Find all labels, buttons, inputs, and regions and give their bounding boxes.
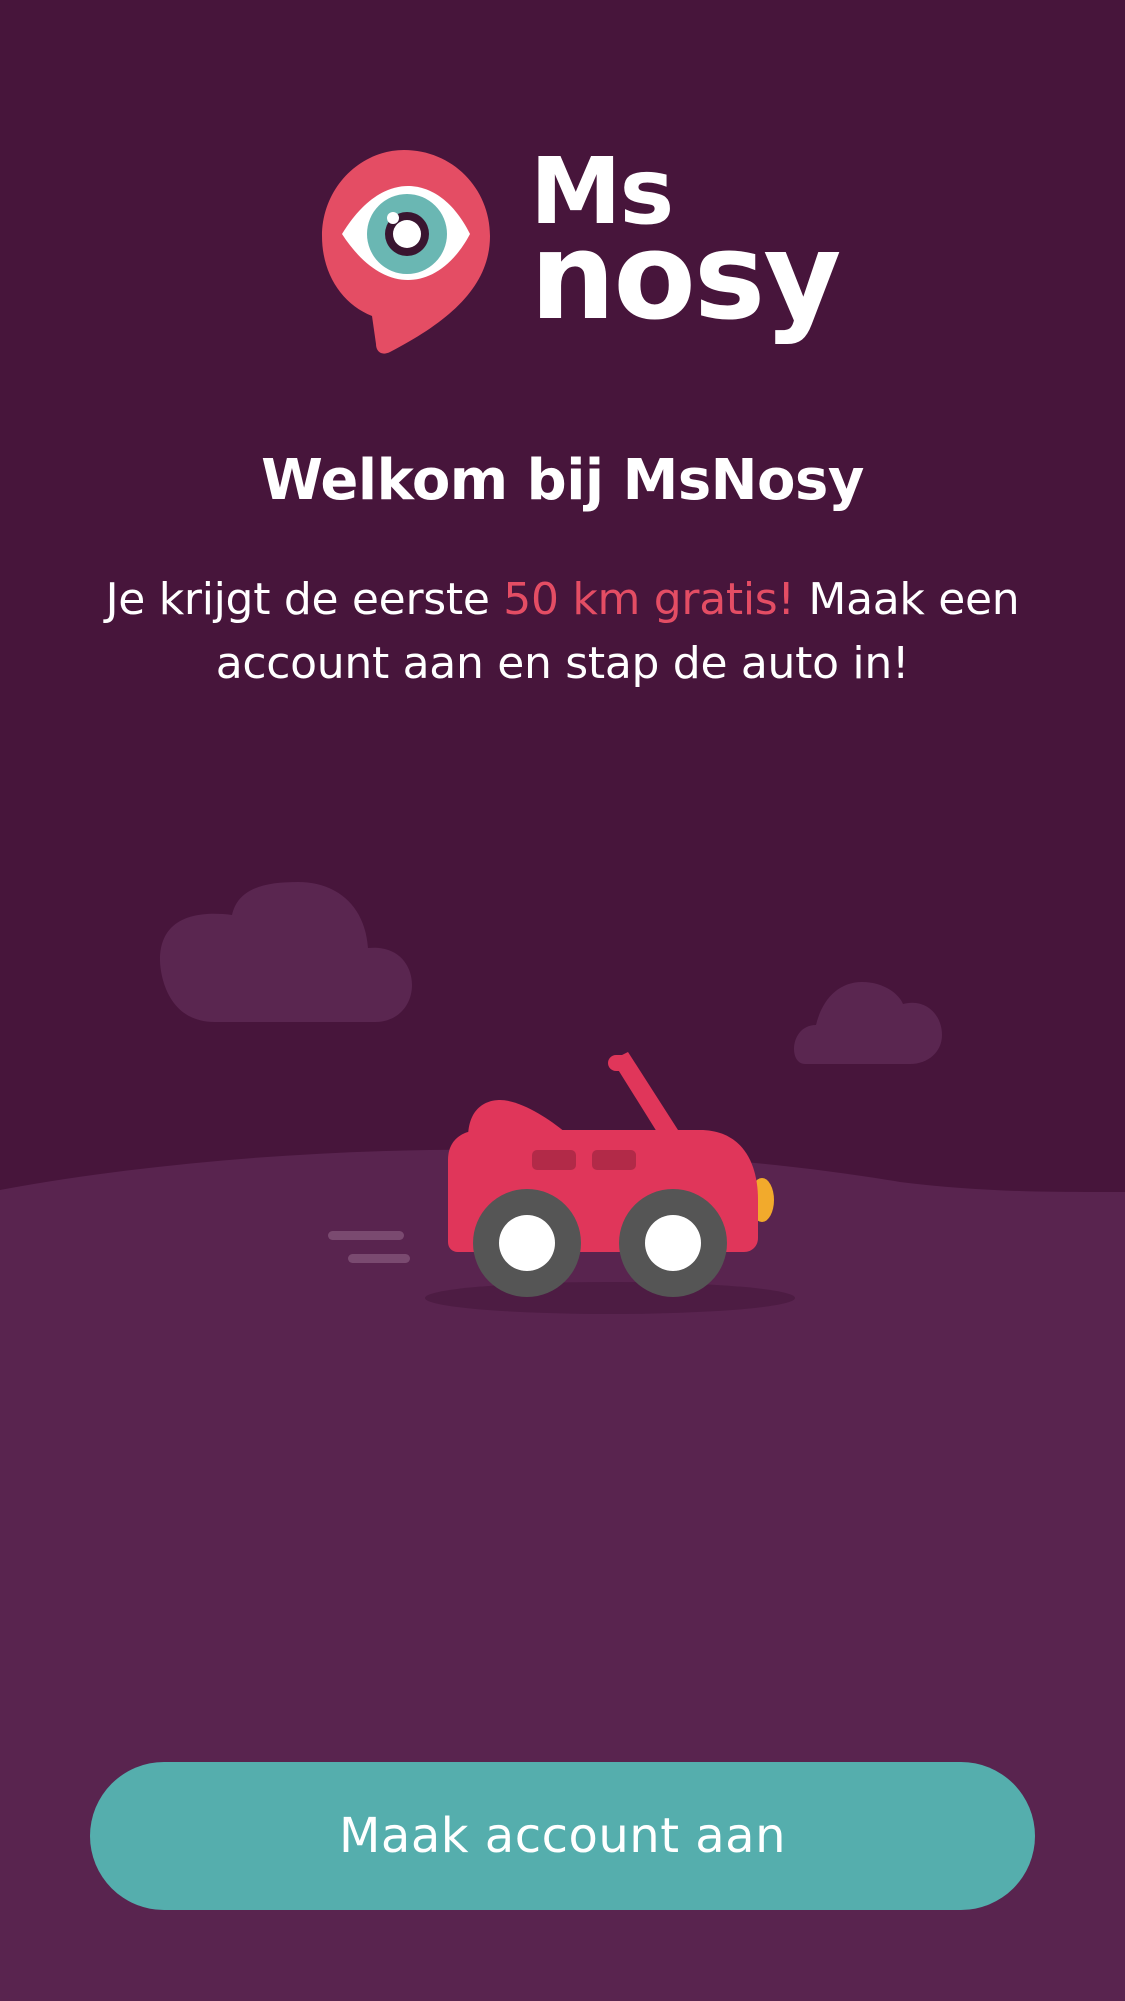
- car-illustration: [160, 882, 942, 1314]
- create-account-button[interactable]: Maak account aan: [90, 1762, 1035, 1910]
- cloud-icon: [794, 982, 942, 1064]
- car-shadow: [425, 1282, 795, 1314]
- cloud-icon: [160, 882, 412, 1022]
- welcome-screen: Ms nosy Welkom bij MsNosy Je krijgt de e…: [0, 0, 1125, 2001]
- speed-lines-icon: [328, 1231, 410, 1263]
- car-icon: [448, 1052, 774, 1297]
